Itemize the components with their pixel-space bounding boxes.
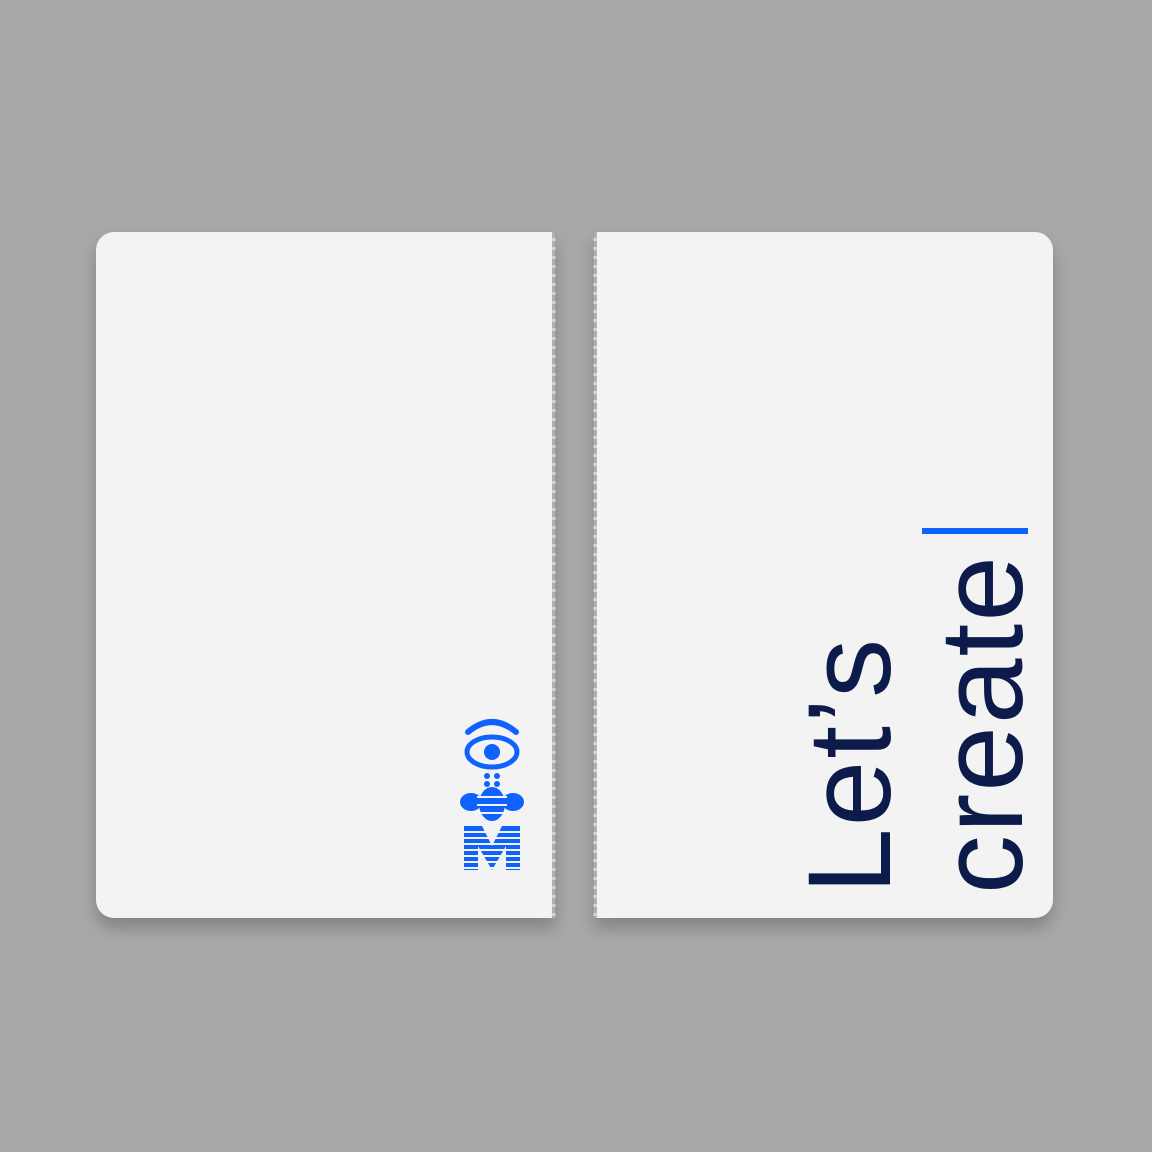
eye-bee-m-rebus-logo [458, 719, 526, 870]
headline-line-2: create [916, 554, 1048, 894]
notebook-back-cover [96, 232, 556, 918]
cover-headline: Let’s create [784, 524, 1048, 894]
headline-line-1: Let’s [784, 636, 916, 894]
text-cursor-accent [922, 528, 1028, 534]
perforated-spine-edge [552, 232, 556, 918]
notebook-front-cover: Let’s create [593, 232, 1053, 918]
perforated-spine-edge [593, 232, 597, 918]
